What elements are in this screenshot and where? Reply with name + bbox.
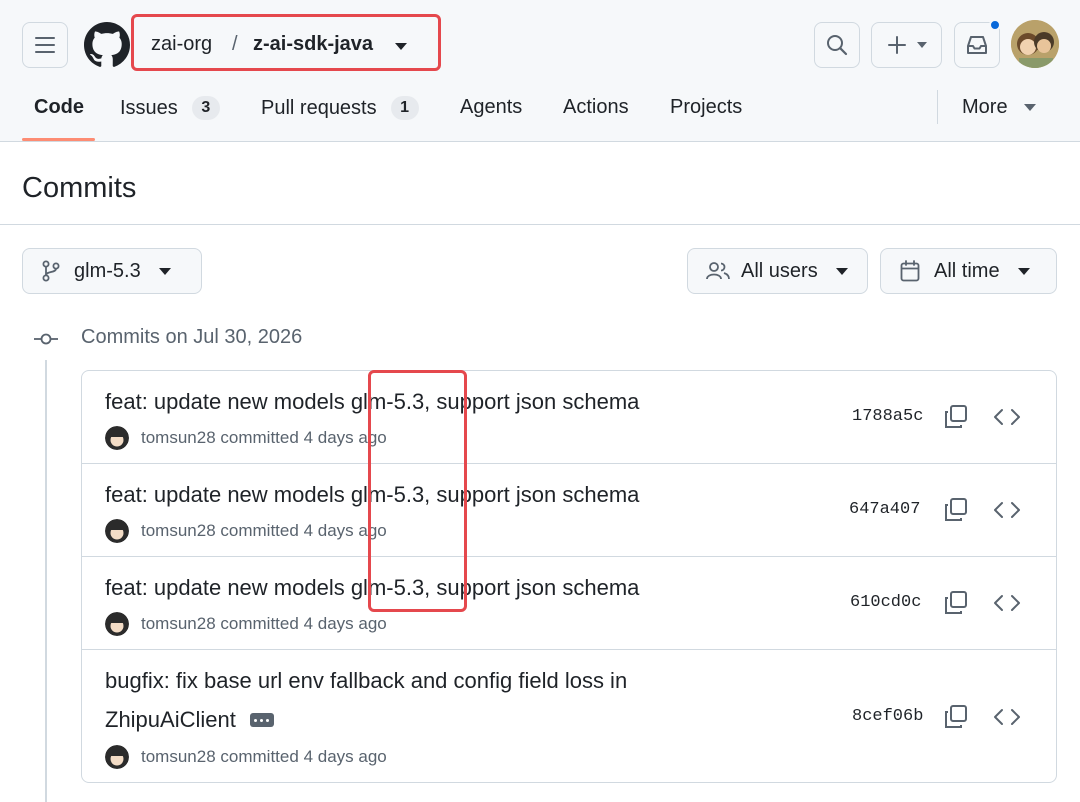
commit-author-link[interactable]: tomsun28 — [141, 521, 216, 541]
timeline-line — [45, 360, 47, 802]
user-avatar[interactable] — [1011, 20, 1059, 68]
plus-icon — [887, 36, 906, 54]
commit-meta: tomsun28 committed 4 days ago — [105, 519, 387, 543]
commit-row: feat: update new models glm-5.3, support… — [82, 371, 1056, 464]
tab-issues[interactable]: Issues 3 — [120, 96, 220, 120]
branch-icon — [42, 260, 60, 282]
commit-meta: tomsun28 committed 4 days ago — [105, 745, 387, 769]
repo-dropdown-caret-icon[interactable] — [395, 43, 407, 50]
ellipsis-icon[interactable] — [249, 713, 274, 727]
chevron-down-icon — [1023, 104, 1036, 111]
chevron-down-icon — [835, 267, 848, 275]
commit-message-link[interactable]: ZhipuAiClient — [105, 707, 236, 733]
tab-issues-label: Issues — [120, 96, 178, 119]
version-highlight-box — [368, 370, 467, 612]
code-icon[interactable] — [993, 404, 1021, 430]
copy-icon[interactable] — [943, 704, 969, 730]
pull-requests-counter: 1 — [390, 96, 419, 120]
author-avatar[interactable] — [105, 426, 129, 450]
commit-time: 4 days ago — [303, 614, 387, 633]
repo-owner-link[interactable]: zai-org — [151, 33, 212, 56]
avatar-illustration — [1011, 20, 1059, 68]
commit-row: feat: update new models glm-5.3, support… — [82, 464, 1056, 557]
github-logo-icon[interactable] — [84, 22, 130, 68]
repo-name-link[interactable]: z-ai-sdk-java — [253, 33, 373, 56]
commit-sha-link[interactable]: 1788a5c — [852, 407, 923, 426]
copy-icon[interactable] — [943, 404, 969, 430]
time-filter-label: All time — [934, 259, 1000, 282]
tab-code[interactable]: Code — [34, 96, 84, 119]
chevron-down-icon — [916, 42, 927, 48]
author-avatar[interactable] — [105, 519, 129, 543]
commit-meta: tomsun28 committed 4 days ago — [105, 612, 387, 636]
time-filter-button[interactable]: All time — [880, 248, 1057, 294]
copy-icon[interactable] — [943, 590, 969, 616]
commit-icon — [34, 333, 58, 345]
search-icon — [827, 35, 848, 56]
hamburger-icon — [35, 37, 55, 53]
more-menu-button[interactable]: More — [962, 96, 1036, 119]
author-avatar[interactable] — [105, 745, 129, 769]
commit-row: bugfix: fix base url env fallback and co… — [82, 650, 1056, 782]
commit-action: committed — [220, 747, 299, 766]
menu-button[interactable] — [22, 22, 68, 68]
commit-time: 4 days ago — [303, 747, 387, 766]
inbox-icon — [967, 36, 987, 54]
branch-name: glm-5.3 — [74, 259, 141, 282]
users-filter-button[interactable]: All users — [687, 248, 868, 294]
chevron-down-icon — [1017, 267, 1030, 275]
nav-divider — [937, 90, 938, 124]
commit-action: committed — [220, 521, 299, 540]
notification-dot — [989, 19, 1001, 31]
commit-action: committed — [220, 428, 299, 447]
page-title: Commits — [22, 172, 137, 204]
people-icon — [706, 262, 730, 280]
repo-header: zai-org / z-ai-sdk-java Code Issues 3 Pu… — [0, 0, 1080, 142]
chevron-down-icon — [158, 267, 171, 275]
copy-icon[interactable] — [943, 497, 969, 523]
active-tab-indicator — [22, 138, 95, 141]
author-avatar[interactable] — [105, 612, 129, 636]
more-label: More — [962, 96, 1008, 118]
commit-list: feat: update new models glm-5.3, support… — [81, 370, 1057, 783]
commit-author-link[interactable]: tomsun28 — [141, 747, 216, 767]
commit-action: committed — [220, 614, 299, 633]
tab-agents[interactable]: Agents — [460, 96, 522, 119]
commit-sha-link[interactable]: 8cef06b — [852, 707, 923, 726]
repo-separator: / — [232, 33, 238, 55]
commit-author-link[interactable]: tomsun28 — [141, 614, 216, 634]
commit-row: feat: update new models glm-5.3, support… — [82, 557, 1056, 650]
commit-author-link[interactable]: tomsun28 — [141, 428, 216, 448]
users-filter-label: All users — [741, 259, 818, 282]
commit-meta: tomsun28 committed 4 days ago — [105, 426, 387, 450]
commit-sha-link[interactable]: 647a407 — [849, 500, 920, 519]
code-icon[interactable] — [993, 704, 1021, 730]
title-divider — [0, 224, 1080, 225]
create-new-button[interactable] — [871, 22, 942, 68]
commit-sha-link[interactable]: 610cd0c — [850, 593, 921, 612]
tab-projects[interactable]: Projects — [670, 96, 742, 119]
tab-pull-requests-label: Pull requests — [261, 96, 377, 119]
code-icon[interactable] — [993, 590, 1021, 616]
calendar-icon — [900, 260, 920, 282]
commit-group-date: Commits on Jul 30, 2026 — [81, 326, 303, 348]
code-icon[interactable] — [993, 497, 1021, 523]
tab-actions[interactable]: Actions — [563, 96, 629, 119]
commit-message-link[interactable]: bugfix: fix base url env fallback and co… — [105, 668, 627, 694]
issues-counter: 3 — [191, 96, 220, 120]
tab-pull-requests[interactable]: Pull requests 1 — [261, 96, 419, 120]
search-button[interactable] — [814, 22, 860, 68]
branch-selector-button[interactable]: glm-5.3 — [22, 248, 202, 294]
commit-message-continuation: ZhipuAiClient — [105, 707, 274, 733]
